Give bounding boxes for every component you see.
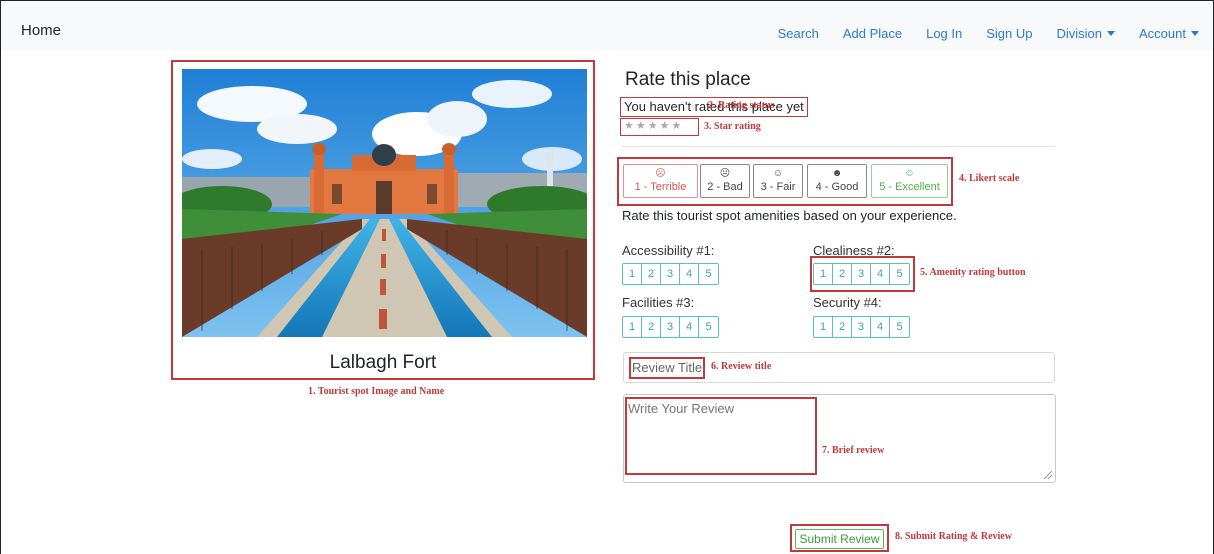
smile-face-icon: ☻ [831,168,843,179]
caption-submit: 8. Submit Rating & Review [895,531,1012,542]
review-placeholder: Write Your Review [628,401,734,416]
likert-bad-button[interactable]: ☹ 2 - Bad [700,164,750,198]
likert-label: 1 - Terrible [634,181,687,193]
tourist-spot-card: Lalbagh Fort [171,60,595,380]
sad-face-icon: ☹ [655,168,666,179]
review-title-input[interactable]: Review Title [623,352,1055,383]
rating-option[interactable]: 5 [699,317,718,337]
rating-option[interactable]: 1 [623,264,642,284]
caption-likert: 4. Likert scale [959,173,1020,184]
likert-label: 4 - Good [815,181,859,193]
caption-review-body: 7. Brief review [822,445,885,456]
caption-review-title: 6. Review title [711,361,772,372]
rating-option[interactable]: 3 [661,317,680,337]
tourist-spot-name: Lalbagh Fort [329,352,437,373]
nav-division-dropdown[interactable]: Division [1057,26,1116,41]
lalbagh-fort-photo [182,69,587,337]
submit-highlight: Submit Review [790,524,889,552]
resize-handle-icon[interactable] [1044,471,1052,479]
top-navbar: Home Search Add Place Log In Sign Up Div… [1,1,1212,51]
rating-option[interactable]: 1 [814,317,833,337]
tourist-spot-image [182,69,587,337]
rating-option[interactable]: 4 [680,264,699,284]
amenity-label-facilities: Facilities #3: [622,295,695,310]
caption-rating-status: 2. Rating status [708,100,775,111]
divider [621,146,1055,147]
amenity-label-security: Security #4: [813,295,882,310]
account-label: Account [1139,26,1186,41]
likert-good-button[interactable]: ☻ 4 - Good [807,164,867,198]
likert-label: 5 - Excellent [879,181,940,193]
rating-option[interactable]: 3 [852,317,871,337]
amenity-label-accessibility: Accessibility #1: [622,243,715,258]
review-textarea[interactable]: Write Your Review [623,394,1056,483]
neutral-face-icon: ☺ [772,168,784,179]
nav-login-link[interactable]: Log In [926,26,962,41]
likert-label: 3 - Fair [760,181,796,193]
likert-excellent-button[interactable]: ☺ 5 - Excellent [871,164,948,198]
amenity-highlight [810,256,915,292]
facilities-rating-group: 1 2 3 4 5 [622,316,719,338]
happy-face-icon: ☺ [904,168,915,179]
nav-signup-link[interactable]: Sign Up [986,26,1032,41]
nav-account-dropdown[interactable]: Account [1139,26,1199,41]
rating-option[interactable]: 2 [642,317,661,337]
rating-option[interactable]: 5 [890,317,909,337]
rating-option[interactable]: 3 [661,264,680,284]
caption-amenity: 5. Amenity rating button [920,267,1026,278]
rating-option[interactable]: 2 [833,317,852,337]
star-rating[interactable]: ★★★★★ [620,118,699,136]
likert-scale: ☹ 1 - Terrible ☹ 2 - Bad ☺ 3 - Fair ☻ 4 … [617,157,953,206]
submit-review-button[interactable]: Submit Review [795,529,884,549]
caption-star-rating: 3. Star rating [704,121,761,132]
frown-face-icon: ☹ [719,168,731,179]
rating-option[interactable]: 5 [699,264,718,284]
caption-spot: 1. Tourist spot Image and Name [308,386,445,397]
nav-add-place-link[interactable]: Add Place [843,26,902,41]
rating-option[interactable]: 4 [871,317,890,337]
likert-terrible-button[interactable]: ☹ 1 - Terrible [623,164,698,198]
nav-search-link[interactable]: Search [778,26,819,41]
star-icons: ★★★★★ [624,120,684,132]
security-rating-group: 1 2 3 4 5 [813,316,910,338]
caret-down-icon [1107,31,1116,36]
amenities-intro: Rate this tourist spot amenities based o… [622,208,957,223]
caret-down-icon [1191,31,1199,36]
division-label: Division [1056,26,1103,41]
rating-option[interactable]: 4 [680,317,699,337]
likert-label: 2 - Bad [707,181,743,193]
likert-fair-button[interactable]: ☺ 3 - Fair [753,164,803,198]
home-link[interactable]: Home [21,22,61,39]
accessibility-rating-group: 1 2 3 4 5 [622,263,719,285]
rate-title: Rate this place [625,69,751,90]
rating-option[interactable]: 1 [623,317,642,337]
nav-links: Search Add Place Log In Sign Up Division… [754,26,1199,41]
rating-option[interactable]: 2 [642,264,661,284]
